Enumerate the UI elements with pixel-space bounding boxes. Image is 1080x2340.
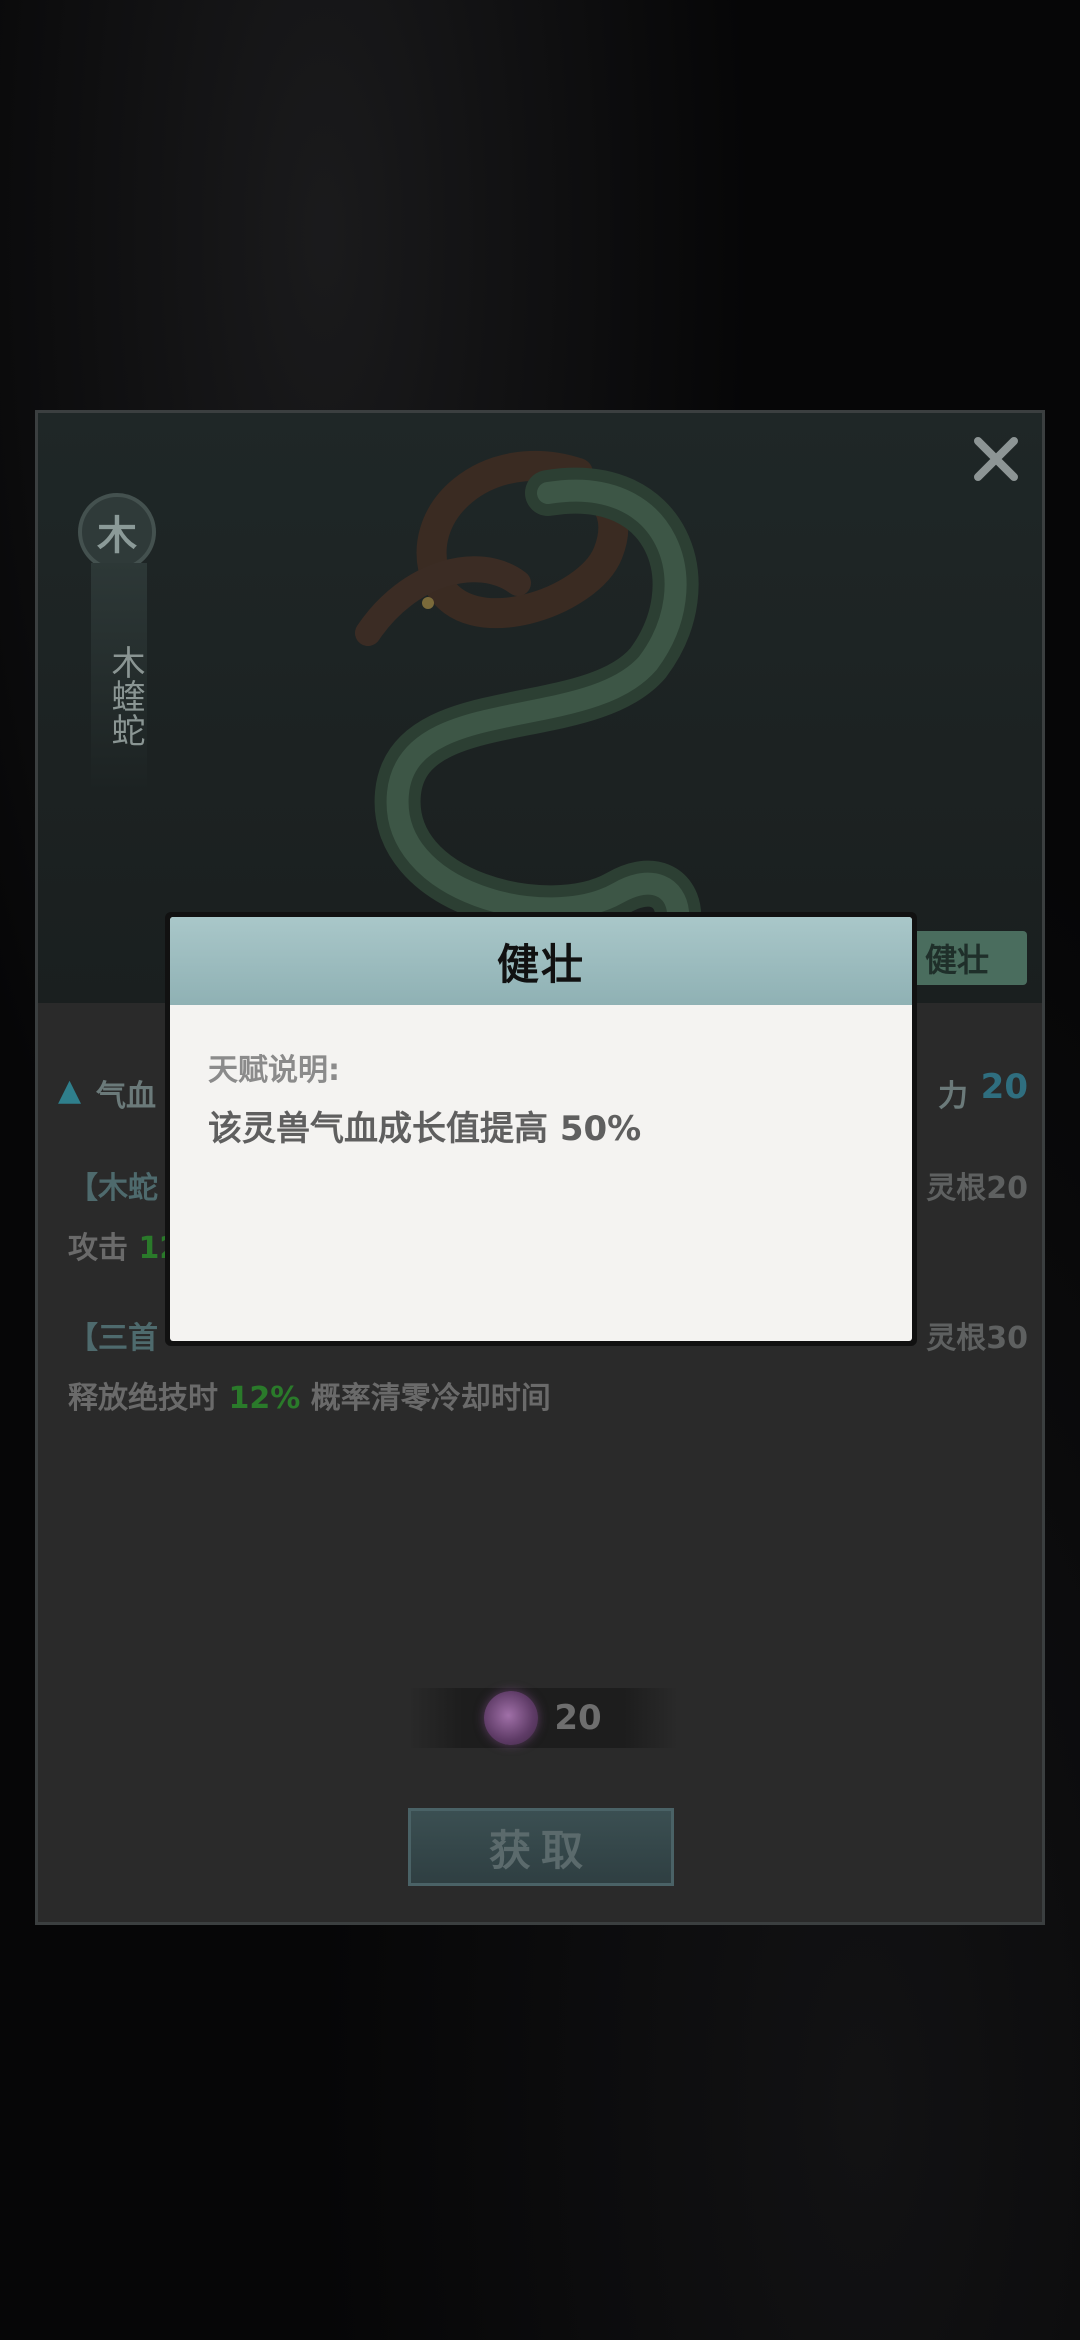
talent-popup-title: 健壮 xyxy=(496,939,585,989)
talent-popup: 健壮 天赋说明: 该灵兽气血成长值提高 50% xyxy=(165,912,917,1346)
talent-description-label: 天赋说明: xyxy=(208,1053,340,1088)
talent-description: 该灵兽气血成长值提高 50% xyxy=(208,1109,642,1149)
talent-popup-header: 健壮 xyxy=(170,917,912,1005)
talent-popup-body: 健壮 天赋说明: 该灵兽气血成长值提高 50% xyxy=(170,917,912,1341)
